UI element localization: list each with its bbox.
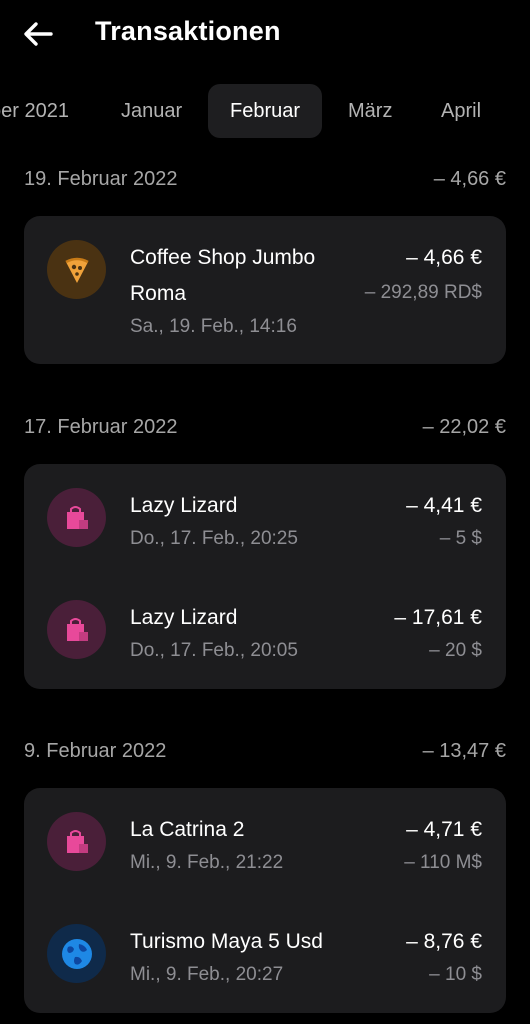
- merchant-avatar: [47, 812, 106, 871]
- section-header: 19. Februar 2022 – 4,66 €: [24, 168, 506, 198]
- transaction-row[interactable]: La Catrina 2 Mi., 9. Feb., 21:22 – 4,71 …: [24, 788, 506, 900]
- tab-month-februar[interactable]: Februar: [208, 84, 323, 138]
- transaction-card: La Catrina 2 Mi., 9. Feb., 21:22 – 4,71 …: [24, 788, 506, 1013]
- section-date: 9. Februar 2022: [24, 740, 167, 762]
- shopping-bag-icon: [66, 505, 88, 529]
- merchant-avatar: [47, 240, 106, 299]
- transaction-time: Mi., 9. Feb., 20:27: [130, 964, 284, 985]
- section-total: – 22,02 €: [422, 416, 506, 438]
- shopping-bag-icon: [66, 617, 88, 641]
- original-amount: – 5 $: [439, 528, 482, 549]
- transaction-amount: – 4,66 €: [406, 246, 482, 269]
- pizza-icon: [64, 257, 89, 283]
- section-total: – 4,66 €: [433, 168, 506, 190]
- merchant-avatar: [47, 924, 106, 983]
- transaction-row[interactable]: Lazy Lizard Do., 17. Feb., 20:05 – 17,61…: [24, 576, 506, 688]
- merchant-avatar: [47, 488, 106, 547]
- back-button[interactable]: [18, 14, 58, 54]
- section-date: 19. Februar 2022: [24, 168, 178, 190]
- original-amount: – 110 M$: [404, 852, 482, 873]
- merchant-name: Lazy Lizard: [130, 494, 238, 517]
- transaction-card: Coffee Shop Jumbo Roma Sa., 19. Feb., 14…: [24, 216, 506, 364]
- transaction-amount: – 4,71 €: [406, 818, 482, 841]
- tab-month-april[interactable]: April: [441, 84, 481, 138]
- section-total: – 13,47 €: [422, 740, 506, 762]
- transaction-amount: – 8,76 €: [406, 930, 482, 953]
- transaction-time: Do., 17. Feb., 20:05: [130, 640, 298, 661]
- transaction-row[interactable]: Turismo Maya 5 Usd Mi., 9. Feb., 20:27 –…: [24, 900, 506, 1012]
- section-header: 17. Februar 2022 – 22,02 €: [24, 416, 506, 446]
- transaction-card: Lazy Lizard Do., 17. Feb., 20:25 – 4,41 …: [24, 464, 506, 689]
- transaction-amount: – 4,41 €: [406, 494, 482, 517]
- shopping-bag-icon: [66, 829, 88, 853]
- transaction-amount: – 17,61 €: [394, 606, 482, 629]
- merchant-name: Lazy Lizard: [130, 606, 238, 629]
- arrow-left-icon: [24, 22, 53, 46]
- merchant-avatar: [47, 600, 106, 659]
- app-header: Transaktionen: [0, 0, 530, 68]
- section-date: 17. Februar 2022: [24, 416, 178, 438]
- merchant-name: La Catrina 2: [130, 818, 245, 841]
- tab-month-december-2021[interactable]: ber 2021: [0, 84, 69, 138]
- original-amount: – 20 $: [429, 640, 482, 661]
- month-tabs: ber 2021 Januar Februar März April: [0, 84, 530, 140]
- merchant-name: Coffee Shop Jumbo Roma: [130, 246, 316, 305]
- section-header: 9. Februar 2022 – 13,47 €: [24, 740, 506, 770]
- transaction-time: Mi., 9. Feb., 21:22: [130, 852, 284, 873]
- transaction-row[interactable]: Lazy Lizard Do., 17. Feb., 20:25 – 4,41 …: [24, 464, 506, 576]
- page-title: Transaktionen: [95, 16, 281, 46]
- transaction-time: Do., 17. Feb., 20:25: [130, 528, 298, 549]
- tab-month-januar[interactable]: Januar: [121, 84, 182, 138]
- globe-icon: [61, 938, 92, 969]
- original-amount: – 10 $: [429, 964, 482, 985]
- transaction-time: Sa., 19. Feb., 14:16: [130, 316, 297, 337]
- original-amount: – 292,89 RD$: [364, 282, 482, 303]
- tab-month-maerz[interactable]: März: [348, 84, 392, 138]
- merchant-name: Turismo Maya 5 Usd: [130, 930, 323, 953]
- transaction-row[interactable]: Coffee Shop Jumbo Roma Sa., 19. Feb., 14…: [24, 216, 506, 337]
